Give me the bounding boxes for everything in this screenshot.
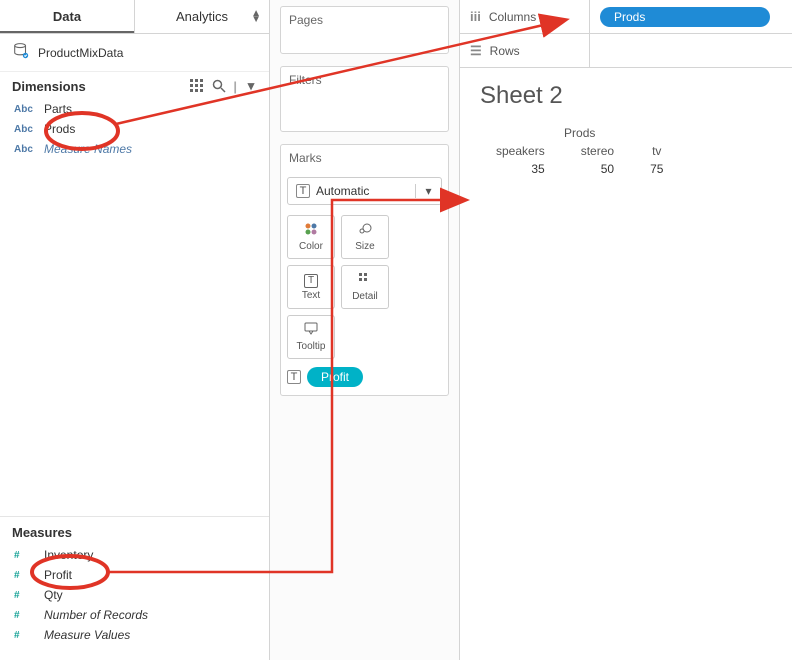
field-label: Number of Records bbox=[44, 608, 148, 622]
type-number-icon: # bbox=[14, 610, 36, 621]
crosstab-col-1[interactable]: stereo bbox=[563, 142, 632, 160]
dimensions-list: Abc Parts Abc Prods Abc Measure Names bbox=[0, 98, 269, 166]
mark-type-selector[interactable]: T Automatic ▾ bbox=[287, 177, 442, 205]
field-label: Profit bbox=[44, 568, 72, 582]
field-label: Measure Values bbox=[44, 628, 130, 642]
field-prods[interactable]: Abc Prods bbox=[8, 120, 261, 138]
text-mark-type-icon: T bbox=[296, 184, 310, 198]
type-number-icon: # bbox=[14, 570, 36, 581]
app-root: Data Analytics ▲▼ ProductMixData Dimensi… bbox=[0, 0, 792, 660]
tab-analytics-label: Analytics bbox=[176, 9, 228, 24]
rows-icon: ☰ bbox=[470, 43, 482, 59]
field-menu-caret-icon[interactable]: ▾ bbox=[243, 78, 259, 94]
columns-shelf-label: Columns bbox=[489, 10, 536, 24]
tab-data-label: Data bbox=[53, 9, 81, 24]
mark-type-dropdown-icon[interactable]: ▾ bbox=[415, 184, 441, 198]
worksheet-panel: iii Columns Prods ☰ Rows Sheet 2 Prods bbox=[460, 0, 792, 660]
pages-card[interactable]: Pages bbox=[280, 6, 449, 54]
field-number-of-records[interactable]: # Number of Records bbox=[8, 606, 261, 624]
type-number-icon: # bbox=[14, 630, 36, 641]
filters-card-title: Filters bbox=[281, 67, 448, 93]
data-panel: Data Analytics ▲▼ ProductMixData Dimensi… bbox=[0, 0, 270, 660]
detail-icon bbox=[358, 272, 372, 289]
database-icon bbox=[12, 42, 30, 63]
columns-pill-prods[interactable]: Prods bbox=[600, 7, 770, 27]
size-icon bbox=[358, 222, 372, 239]
field-label: Qty bbox=[44, 588, 63, 602]
marks-size-button[interactable]: Size bbox=[341, 215, 389, 259]
marks-tooltip-label: Tooltip bbox=[297, 341, 326, 352]
marks-detail-label: Detail bbox=[352, 291, 378, 302]
type-number-icon: # bbox=[14, 590, 36, 601]
crosstab-col-2[interactable]: tv bbox=[632, 142, 681, 160]
search-icon[interactable] bbox=[211, 78, 227, 94]
marks-text-pill[interactable]: Profit bbox=[307, 367, 363, 387]
measures-list: # Inventory # Profit # Qty # Number of R… bbox=[0, 544, 269, 660]
columns-shelf[interactable]: iii Columns Prods bbox=[460, 0, 792, 34]
type-abc-icon: Abc bbox=[14, 124, 36, 135]
crosstab-val-0[interactable]: 35 bbox=[478, 160, 563, 178]
cross-tab: Prods speakers stereo tv 35 50 75 bbox=[478, 124, 681, 178]
measures-title: Measures bbox=[12, 525, 72, 540]
field-measure-names[interactable]: Abc Measure Names bbox=[8, 140, 261, 158]
type-number-icon: # bbox=[14, 550, 36, 561]
tab-analytics[interactable]: Analytics ▲▼ bbox=[135, 0, 269, 33]
field-label: Parts bbox=[44, 102, 72, 116]
marks-text-pill-row: T Profit bbox=[281, 363, 448, 395]
datasource-name: ProductMixData bbox=[38, 46, 123, 60]
sort-toggle-icon[interactable]: ▲▼ bbox=[251, 11, 261, 23]
field-inventory[interactable]: # Inventory bbox=[8, 546, 261, 564]
field-label: Measure Names bbox=[44, 142, 132, 156]
field-measure-values[interactable]: # Measure Values bbox=[8, 626, 261, 644]
text-icon: T bbox=[304, 274, 318, 288]
field-label: Prods bbox=[44, 122, 75, 136]
tab-data[interactable]: Data bbox=[0, 0, 135, 33]
text-encoding-icon: T bbox=[287, 370, 301, 384]
rows-shelf[interactable]: ☰ Rows bbox=[460, 34, 792, 68]
view-area[interactable]: Sheet 2 Prods speakers stereo tv 35 50 7… bbox=[460, 68, 792, 188]
crosstab-dim-header: Prods bbox=[478, 124, 681, 142]
marks-grid: Color Size T Text Detail bbox=[281, 211, 448, 363]
crosstab-col-0[interactable]: speakers bbox=[478, 142, 563, 160]
marks-text-label: Text bbox=[302, 290, 320, 301]
sheet-title[interactable]: Sheet 2 bbox=[480, 82, 774, 110]
field-menu-divider: | bbox=[233, 79, 237, 94]
measures-header: Measures bbox=[0, 516, 269, 544]
marks-detail-button[interactable]: Detail bbox=[341, 265, 389, 309]
marks-card: Marks T Automatic ▾ Color bbox=[280, 144, 449, 396]
mark-type-label: Automatic bbox=[316, 184, 369, 198]
field-parts[interactable]: Abc Parts bbox=[8, 100, 261, 118]
filters-card[interactable]: Filters bbox=[280, 66, 449, 132]
cards-panel: Pages Filters Marks T Automatic ▾ Color bbox=[270, 0, 460, 660]
pages-card-title: Pages bbox=[281, 7, 448, 33]
color-icon bbox=[304, 222, 318, 239]
marks-color-label: Color bbox=[299, 241, 323, 252]
columns-icon: iii bbox=[470, 9, 481, 24]
type-abc-icon: Abc bbox=[14, 144, 36, 155]
marks-color-button[interactable]: Color bbox=[287, 215, 335, 259]
side-tabs: Data Analytics ▲▼ bbox=[0, 0, 269, 34]
datasource-row[interactable]: ProductMixData bbox=[0, 34, 269, 72]
shelves: iii Columns Prods ☰ Rows bbox=[460, 0, 792, 68]
dimensions-header: Dimensions | ▾ bbox=[0, 72, 269, 98]
dimensions-title: Dimensions bbox=[12, 79, 86, 94]
crosstab-val-1[interactable]: 50 bbox=[563, 160, 632, 178]
field-label: Inventory bbox=[44, 548, 93, 562]
rows-shelf-label: Rows bbox=[490, 44, 520, 58]
crosstab-val-2[interactable]: 75 bbox=[632, 160, 681, 178]
view-as-table-icon[interactable] bbox=[189, 78, 205, 94]
type-abc-icon: Abc bbox=[14, 104, 36, 115]
field-qty[interactable]: # Qty bbox=[8, 586, 261, 604]
marks-size-label: Size bbox=[355, 241, 374, 252]
tooltip-icon bbox=[304, 322, 318, 339]
marks-card-title: Marks bbox=[281, 145, 448, 171]
field-profit[interactable]: # Profit bbox=[8, 566, 261, 584]
marks-text-button[interactable]: T Text bbox=[287, 265, 335, 309]
marks-tooltip-button[interactable]: Tooltip bbox=[287, 315, 335, 359]
